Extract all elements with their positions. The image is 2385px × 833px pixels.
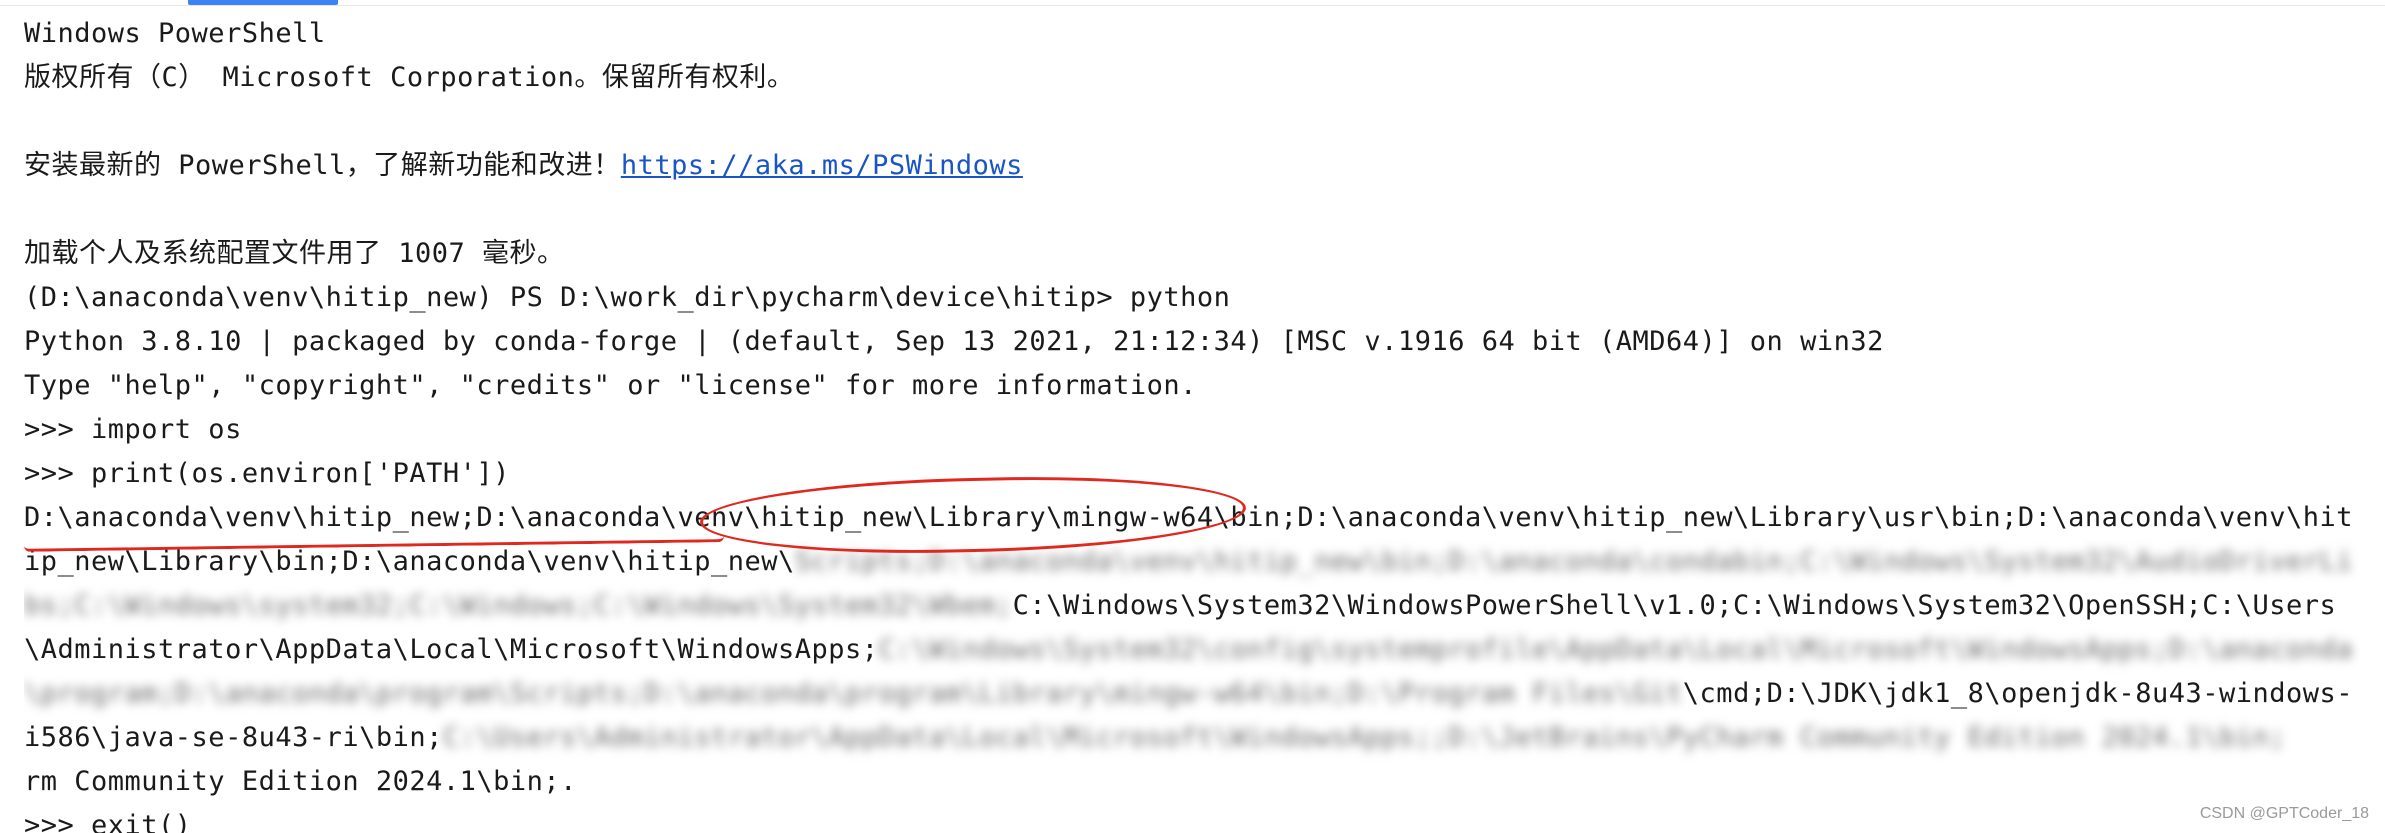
install-line: 安装最新的 PowerShell，了解新功能和改进！https://aka.ms… xyxy=(24,144,2360,188)
install-text: 安装最新的 PowerShell，了解新功能和改进！ xyxy=(24,150,621,181)
text-cursor xyxy=(192,812,206,833)
exit-command-line: >>> exit() xyxy=(24,804,2360,833)
prompt-line: (D:\anaconda\venv\hitip_new) PS D:\work_… xyxy=(24,282,1231,313)
terminal-top-border xyxy=(0,5,2385,6)
path-output-tail: rm Community Edition 2024.1\bin;. xyxy=(24,766,577,797)
terminal-output[interactable]: Windows PowerShell 版权所有（C） Microsoft Cor… xyxy=(24,12,2360,833)
exit-command: >>> exit() xyxy=(24,810,192,833)
import-command-line: >>> import os xyxy=(24,414,242,445)
header-line: Windows PowerShell xyxy=(24,18,326,49)
copyright-line: 版权所有（C） Microsoft Corporation。保留所有权利。 xyxy=(24,62,795,93)
pswindows-link[interactable]: https://aka.ms/PSWindows xyxy=(621,150,1023,181)
path-output-redacted: C:\Users\Administrator\AppData\Local\Mic… xyxy=(442,722,2286,753)
python-help-line: Type "help", "copyright", "credits" or "… xyxy=(24,370,1197,401)
python-version-line: Python 3.8.10 | packaged by conda-forge … xyxy=(24,326,1884,357)
profile-load-line: 加载个人及系统配置文件用了 1007 毫秒。 xyxy=(24,238,565,269)
watermark: CSDN @GPTCoder_18 xyxy=(2199,805,2369,822)
